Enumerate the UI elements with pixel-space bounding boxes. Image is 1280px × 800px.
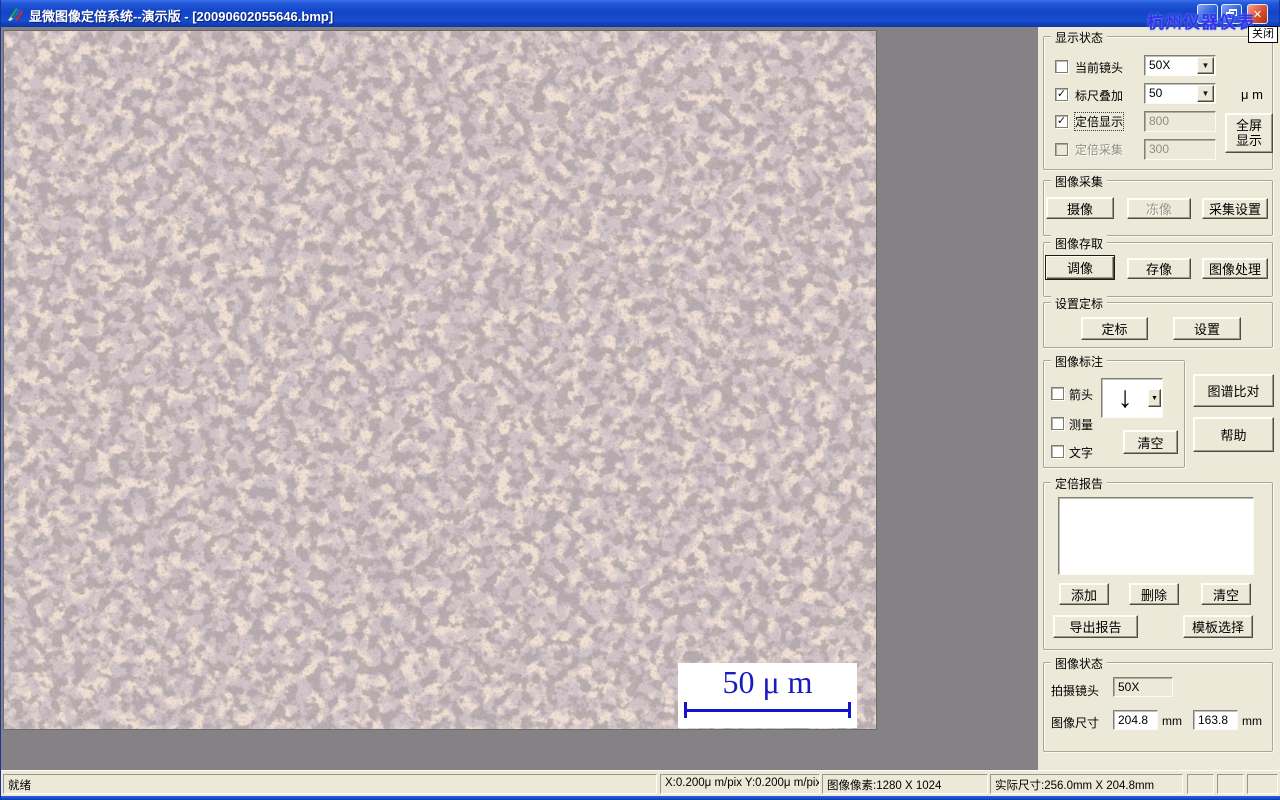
load-image-button[interactable]: 调像: [1045, 255, 1115, 280]
status-ready: 就绪: [3, 774, 657, 794]
image-width-field: 204.8: [1113, 710, 1158, 730]
ruler-value-combobox[interactable]: 50 ▼: [1144, 83, 1216, 104]
calibration-title: 设置定标: [1051, 295, 1108, 312]
status-actual-size: 实际尺寸:256.0mm X 204.8mm: [990, 774, 1183, 794]
status-image-pixels: 图像像素:1280 X 1024: [822, 774, 988, 794]
current-lens-combobox[interactable]: 50X ▼: [1144, 55, 1216, 76]
statusbar: 就绪 X:0.200μ m/pix Y:0.200μ m/pix 图像像素:12…: [1, 770, 1280, 796]
report-clear-button[interactable]: 清空: [1201, 583, 1251, 605]
client-area: 50 μ m 显示状态 当前镜头 50X ▼ ✓ 标尺叠加 50 ▼ μ m ✓…: [1, 27, 1280, 770]
ruler-value: 50: [1149, 86, 1163, 100]
status-spare-3: [1247, 774, 1278, 794]
width-unit-label: mm: [1162, 714, 1182, 728]
image-storage-title: 图像存取: [1051, 235, 1108, 252]
image-status-title: 图像状态: [1051, 655, 1108, 672]
status-spare-1: [1187, 774, 1214, 794]
help-button[interactable]: 帮助: [1193, 417, 1274, 452]
capture-settings-button[interactable]: 采集设置: [1202, 198, 1268, 219]
fixed-capture-label: 定倍采集: [1075, 143, 1124, 157]
measure-label[interactable]: 测量: [1069, 416, 1093, 433]
image-process-button[interactable]: 图像处理: [1202, 258, 1268, 279]
shoot-button[interactable]: 摄像: [1046, 197, 1114, 219]
measure-checkbox[interactable]: [1051, 417, 1064, 430]
scalebar-label: 50 μ m: [722, 664, 813, 700]
window-bottom-border: [1, 796, 1280, 800]
shoot-lens-field: 50X: [1113, 677, 1173, 697]
image-height-field: 163.8: [1193, 710, 1238, 730]
arrow-style-combobox[interactable]: ↓ ▼: [1101, 378, 1163, 418]
image-viewport: 50 μ m: [1, 27, 1038, 770]
report-title: 定倍报告: [1051, 475, 1108, 492]
report-delete-button[interactable]: 删除: [1129, 583, 1179, 605]
calibrate-button[interactable]: 定标: [1081, 317, 1148, 340]
fullscreen-label-line2: 显示: [1235, 133, 1262, 148]
minimize-button[interactable]: [1197, 4, 1218, 24]
restore-button[interactable]: [1221, 4, 1242, 24]
scalebar-tick-right: [848, 702, 851, 718]
arrow-label[interactable]: 箭头: [1069, 386, 1093, 403]
scalebar-overlay: 50 μ m: [678, 663, 857, 728]
report-listbox[interactable]: [1058, 497, 1254, 575]
ruler-unit-label: μ m: [1241, 87, 1263, 102]
fixed-display-field: 800: [1144, 111, 1216, 132]
close-icon: ✕: [1252, 8, 1263, 21]
clear-annotation-button[interactable]: 清空: [1123, 430, 1178, 454]
arrow-checkbox[interactable]: [1051, 387, 1064, 400]
window-title: 显微图像定倍系统--演示版 - [20090602055646.bmp]: [29, 9, 334, 24]
freeze-button: 冻像: [1127, 198, 1191, 219]
micrograph-image: [3, 30, 877, 730]
close-tooltip: 关闭: [1248, 26, 1278, 43]
current-lens-label[interactable]: 当前镜头: [1075, 59, 1123, 76]
control-sidebar: 显示状态 当前镜头 50X ▼ ✓ 标尺叠加 50 ▼ μ m ✓ 定倍显示 8…: [1038, 27, 1280, 770]
calibration-settings-button[interactable]: 设置: [1173, 317, 1241, 340]
down-arrow-icon: ↓: [1117, 381, 1133, 414]
status-pixel-scale: X:0.200μ m/pix Y:0.200μ m/pix: [660, 774, 820, 794]
atlas-compare-button[interactable]: 图谱比对: [1193, 374, 1274, 407]
restore-icon: [1226, 9, 1237, 19]
image-capture-title: 图像采集: [1051, 173, 1108, 190]
current-lens-checkbox[interactable]: [1055, 60, 1068, 73]
display-status-title: 显示状态: [1051, 29, 1108, 46]
app-window: 显微图像定倍系统--演示版 - [20090602055646.bmp] ✕ 杭…: [0, 0, 1280, 800]
fullscreen-button[interactable]: 全屏 显示: [1225, 113, 1273, 153]
current-lens-value: 50X: [1149, 58, 1171, 72]
fixed-capture-field: 300: [1144, 139, 1216, 160]
fixed-display-label[interactable]: 定倍显示: [1073, 112, 1125, 131]
height-unit-label: mm: [1242, 714, 1262, 728]
image-status-group: 图像状态: [1043, 655, 1273, 752]
scalebar-tick-left: [684, 702, 687, 718]
fixed-display-checkbox[interactable]: ✓: [1055, 115, 1068, 128]
export-report-button[interactable]: 导出报告: [1053, 615, 1138, 638]
status-spare-2: [1217, 774, 1244, 794]
save-image-button[interactable]: 存像: [1127, 258, 1191, 279]
template-select-button[interactable]: 模板选择: [1183, 615, 1253, 638]
annotation-title: 图像标注: [1051, 353, 1108, 370]
shoot-lens-label: 拍摄镜头: [1051, 684, 1100, 698]
minimize-icon: [1203, 17, 1212, 21]
image-size-label: 图像尺寸: [1051, 716, 1100, 730]
close-button[interactable]: ✕: [1247, 4, 1268, 24]
text-checkbox[interactable]: [1051, 445, 1064, 458]
chevron-down-icon[interactable]: ▼: [1197, 57, 1214, 74]
scalebar-line: [686, 709, 849, 712]
app-icon: [8, 8, 23, 21]
chevron-down-icon[interactable]: ▼: [1197, 85, 1214, 102]
chevron-down-icon[interactable]: ▼: [1148, 389, 1161, 407]
fixed-capture-checkbox: [1055, 143, 1068, 156]
report-add-button[interactable]: 添加: [1059, 583, 1109, 605]
ruler-overlay-checkbox[interactable]: ✓: [1055, 88, 1068, 101]
titlebar: 显微图像定倍系统--演示版 - [20090602055646.bmp] ✕ 杭…: [1, 0, 1279, 32]
ruler-overlay-label[interactable]: 标尺叠加: [1075, 87, 1123, 104]
text-label[interactable]: 文字: [1069, 444, 1093, 461]
fullscreen-label-line1: 全屏: [1235, 118, 1262, 133]
